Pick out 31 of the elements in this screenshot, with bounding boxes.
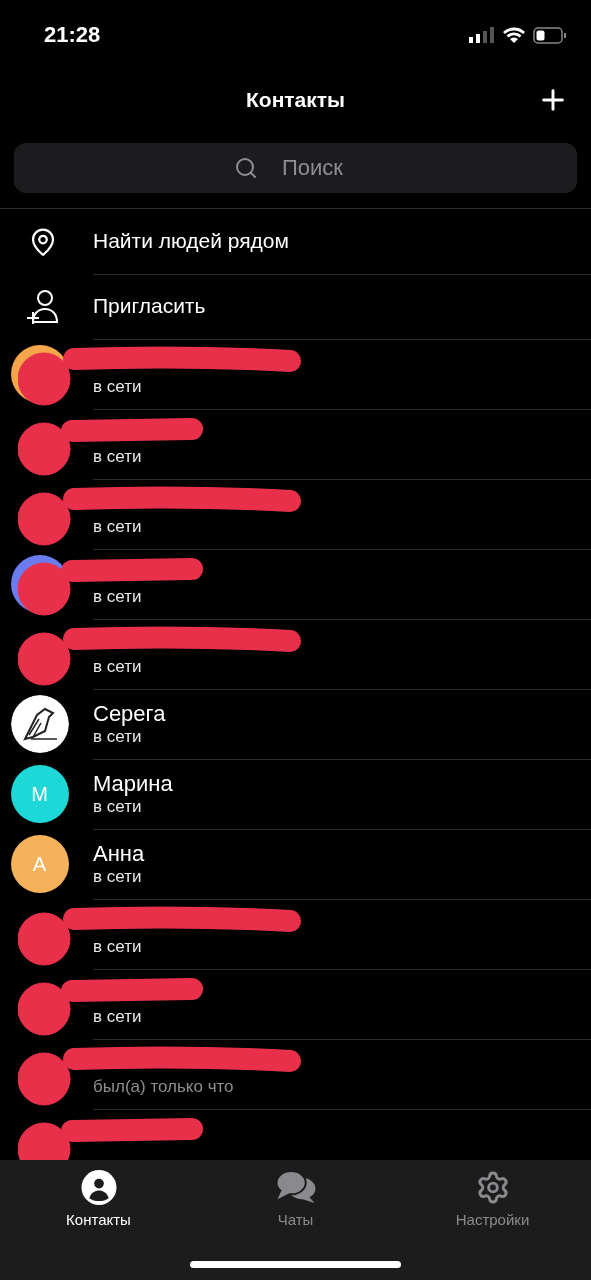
tab[interactable]: Чаты [220,1168,371,1230]
screen-title: Контакты [246,88,345,112]
battery-icon [533,26,567,44]
chat-bubbles-icon [274,1170,317,1205]
search-field[interactable]: Поиск [14,143,577,193]
contact-status: в сети [93,867,143,887]
contact-status: в сети [93,517,143,537]
contact-status: в сети [93,727,143,747]
avatar: М [10,765,69,823]
tab[interactable]: Контакты [23,1168,174,1230]
contact-status: в сети [93,797,143,817]
contact-status: в сети [93,937,143,957]
contact-status: в сети [93,377,143,397]
menu-item[interactable]: Пригласить [93,273,591,340]
search-icon [233,156,258,180]
contact-status: в сети [93,657,143,677]
status-time: 21:28 [44,22,101,48]
menu-item[interactable]: Найти людей рядом [93,209,591,275]
wifi-icon [503,27,525,43]
contact-status: был(а) только что [93,1077,235,1097]
contact-status: в сети [93,1007,143,1027]
profile-icon [80,1170,117,1205]
signal-icon [469,27,495,43]
avatar: А [10,835,69,893]
add-user-icon [24,287,61,326]
contact-status: в сети [93,447,143,467]
contact-name: Марина [93,770,174,797]
contact-name: Анна [93,840,146,867]
contact-status: в сети [93,587,143,607]
contact-name: Серега [93,700,167,727]
tab[interactable]: Настройки [417,1168,568,1230]
